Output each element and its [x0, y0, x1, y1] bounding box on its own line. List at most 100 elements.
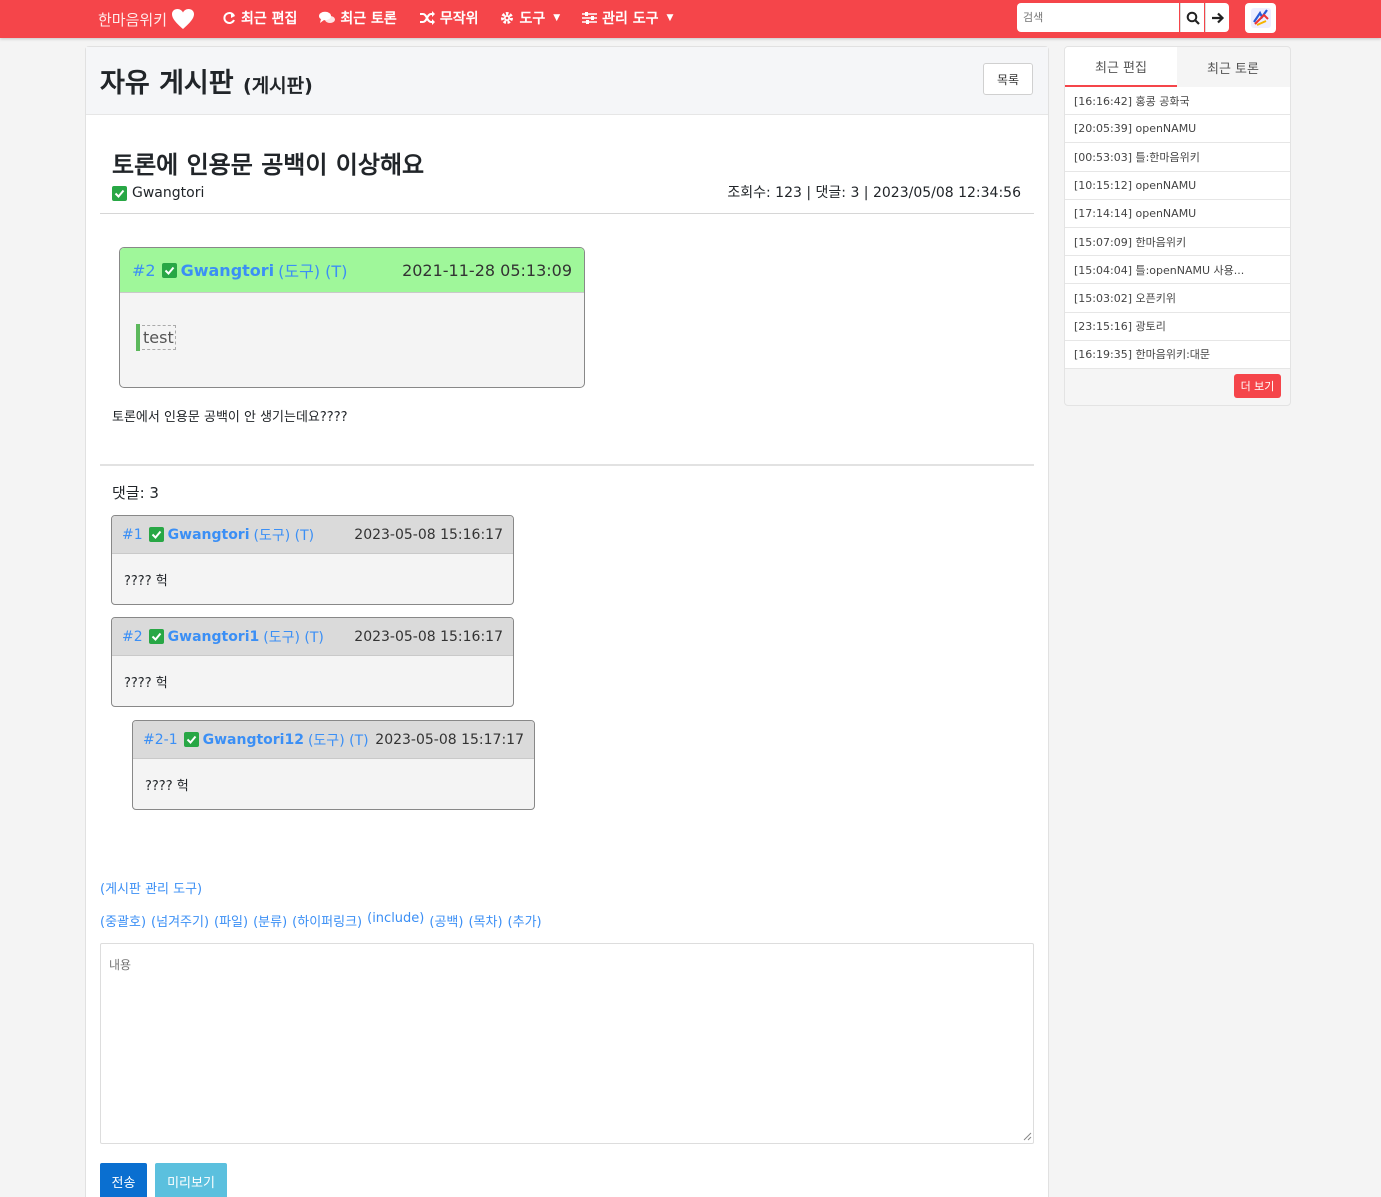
tool-braces[interactable]: (중괄호) [100, 911, 146, 930]
quoted-comment-tools[interactable]: (도구) (T) [278, 258, 347, 282]
chevron-down-icon: ▼ [553, 13, 561, 23]
comment-date: 2023-05-08 15:16:17 [354, 628, 503, 645]
check-icon [112, 185, 127, 201]
tool-file[interactable]: (파일) [214, 911, 248, 930]
post-body: 토론에서 인용문 공백이 안 생기는데요???? [112, 410, 348, 425]
comment-item: #1 Gwangtori (도구) (T) 2023-05-08 15:16:1… [111, 515, 514, 605]
refresh-icon [223, 12, 235, 24]
tab-recent-changes[interactable]: 최근 편집 [1065, 47, 1177, 87]
check-icon [148, 629, 164, 644]
nav-recent-discussions[interactable]: 최근 토론 [319, 8, 397, 28]
search-input[interactable] [1017, 3, 1179, 32]
list-button[interactable]: 목록 [983, 63, 1033, 95]
nav-tools-dropdown[interactable]: 도구 ▼ [500, 8, 560, 28]
comment-textarea[interactable] [100, 943, 1034, 1144]
comment-body: ???? 헉 [124, 676, 168, 691]
post-title: 토론에 인용문 공백이 이상해요 [112, 151, 425, 179]
check-icon [161, 262, 177, 278]
more-button[interactable]: 더 보기 [1234, 374, 1281, 398]
recent-item[interactable]: [16:19:35] 한마음위키:대문 [1065, 340, 1290, 369]
preview-button[interactable]: 미리보기 [155, 1163, 227, 1197]
shuffle-icon [419, 11, 435, 25]
tool-space[interactable]: (공백) [429, 911, 463, 930]
comment-user[interactable]: Gwangtori [168, 527, 250, 543]
sidebar: 최근 편집 최근 토론 [16:16:42] 홍콩 공화국 [20:05:39]… [1064, 46, 1291, 406]
comment-item: #2 Gwangtori1 (도구) (T) 2023-05-08 15:16:… [111, 617, 514, 707]
quoted-comment-header: #2 Gwangtori (도구) (T) 2021-11-28 05:13:0… [120, 248, 584, 293]
nav-admin-tools-label: 관리 도구 [602, 11, 659, 27]
send-button[interactable]: 전송 [100, 1163, 147, 1197]
recent-changes-list: [16:16:42] 홍콩 공화국 [20:05:39] openNAMU [0… [1065, 87, 1290, 369]
comment-number[interactable]: #1 [122, 527, 143, 543]
search-button[interactable] [1180, 3, 1204, 32]
comment-number[interactable]: #2 [122, 629, 143, 645]
brand-name: 한마음위키 [98, 10, 168, 29]
comment-tools[interactable]: (도구) (T) [308, 730, 369, 750]
user-avatar[interactable] [1245, 3, 1276, 33]
resize-handle-icon[interactable] [1023, 1132, 1032, 1141]
comment-user[interactable]: Gwangtori1 [168, 629, 260, 645]
check-icon [148, 527, 164, 542]
tool-category[interactable]: (분류) [253, 911, 287, 930]
tool-redirect[interactable]: (넘겨주기) [151, 911, 209, 930]
tool-toc[interactable]: (목차) [468, 911, 502, 930]
recent-item[interactable]: [10:15:12] openNAMU [1065, 171, 1290, 200]
comment-reply: #2-1 Gwangtori12 (도구) (T) 2023-05-08 15:… [132, 720, 535, 810]
sidebar-tabs: 최근 편집 최근 토론 [1065, 47, 1290, 87]
comment-header: #1 Gwangtori (도구) (T) 2023-05-08 15:16:1… [112, 516, 513, 554]
comment-date: 2023-05-08 15:17:17 [375, 731, 524, 748]
nav-admin-tools-dropdown[interactable]: 관리 도구 ▼ [582, 8, 673, 28]
comment-tools[interactable]: (도구) (T) [263, 627, 324, 647]
brand-logo[interactable]: 한마음위키 [98, 8, 195, 30]
post-author-name[interactable]: Gwangtori [132, 185, 204, 201]
comment-body: ???? 헉 [124, 574, 168, 589]
nav-menu: 최근 편집 최근 토론 무작위 도구 ▼ 관리 도구 ▼ [222, 8, 673, 28]
quoted-comment-body: test [120, 293, 584, 387]
comment-header: #2-1 Gwangtori12 (도구) (T) 2023-05-08 15:… [133, 721, 534, 759]
sliders-icon [582, 12, 598, 24]
main-panel: 자유 게시판 (게시판) 목록 토론에 인용문 공백이 이상해요 Gwangto… [85, 46, 1049, 1197]
nav-recent-discussions-label: 최근 토론 [340, 11, 397, 27]
check-icon [183, 732, 199, 747]
comment-date: 2023-05-08 15:16:17 [354, 526, 503, 543]
comment-user[interactable]: Gwangtori12 [203, 732, 304, 748]
recent-item[interactable]: [15:07:09] 한마음위키 [1065, 227, 1290, 257]
comment-count: 댓글: 3 [112, 484, 159, 502]
search-icon [1186, 11, 1200, 25]
board-title: 자유 게시판 [100, 68, 234, 99]
nav-random-label: 무작위 [439, 11, 479, 27]
tab-recent-discussions[interactable]: 최근 토론 [1177, 47, 1289, 87]
recent-item[interactable]: [15:04:04] 틀:openNAMU 사용... [1065, 256, 1290, 285]
quoted-comment-user[interactable]: Gwangtori [181, 261, 275, 280]
heart-icon [172, 9, 195, 29]
nav-recent-changes-label: 최근 편집 [241, 11, 298, 27]
chevron-down-icon: ▼ [666, 13, 674, 23]
page-title: 자유 게시판 (게시판) [100, 61, 313, 100]
avatar-image [1250, 8, 1271, 28]
tool-include[interactable]: (include) [367, 911, 424, 930]
post-meta: 조회수: 123 | 댓글: 3 | 2023/05/08 12:34:56 [727, 185, 1021, 201]
board-admin-link[interactable]: (게시판 관리 도구) [100, 878, 202, 897]
recent-item[interactable]: [16:16:42] 홍콩 공화국 [1065, 87, 1290, 116]
comment-tools[interactable]: (도구) (T) [254, 525, 315, 545]
quoted-comment-date: 2021-11-28 05:13:09 [402, 260, 572, 280]
comment-number[interactable]: #2-1 [143, 732, 178, 748]
comment-header: #2 Gwangtori1 (도구) (T) 2023-05-08 15:16:… [112, 618, 513, 656]
nav-recent-changes[interactable]: 최근 편집 [222, 8, 297, 28]
divider [100, 213, 1034, 214]
quoted-comment-number[interactable]: #2 [132, 261, 156, 280]
divider [100, 464, 1034, 466]
recent-item[interactable]: [20:05:39] openNAMU [1065, 115, 1290, 144]
tool-hyperlink[interactable]: (하이퍼링크) [292, 911, 362, 930]
recent-item[interactable]: [23:15:16] 광토리 [1065, 312, 1290, 341]
go-button[interactable] [1205, 3, 1229, 32]
post-author: Gwangtori [112, 185, 204, 201]
recent-item[interactable]: [17:14:14] openNAMU [1065, 199, 1290, 228]
tool-add[interactable]: (추가) [508, 911, 542, 930]
recent-item[interactable]: [00:53:03] 틀:한마음위키 [1065, 143, 1290, 172]
editor-toolbar: (중괄호) (넘겨주기) (파일) (분류) (하이퍼링크) (include)… [100, 911, 542, 930]
recent-item[interactable]: [15:03:02] 오픈키위 [1065, 284, 1290, 313]
nav-random[interactable]: 무작위 [419, 8, 479, 28]
blockquote-text: test [142, 325, 176, 350]
nav-tools-label: 도구 [519, 11, 546, 27]
